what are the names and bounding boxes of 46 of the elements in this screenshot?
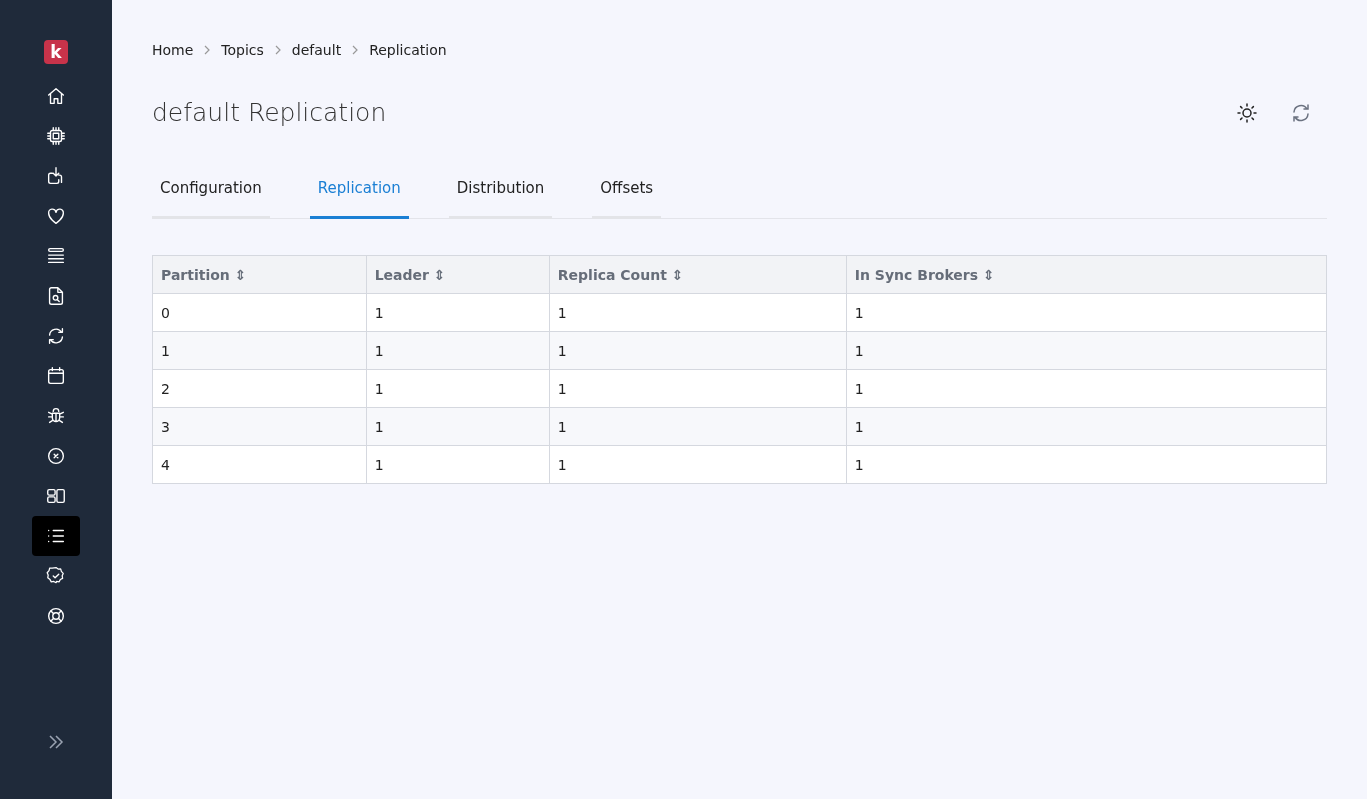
table-cell: 1 (846, 407, 1327, 446)
table-cell: 0 (152, 293, 367, 332)
breadcrumb-link[interactable]: Topics (221, 42, 264, 58)
calendar-icon (45, 365, 67, 387)
tab[interactable]: Distribution (448, 167, 553, 219)
table-cell: 2 (152, 369, 367, 408)
table-cell: 1 (846, 331, 1327, 370)
table-cell: 1 (846, 293, 1327, 332)
table-cell: 1 (549, 331, 847, 370)
theme-toggle-button[interactable] (1235, 100, 1259, 125)
column-header[interactable]: Leader ⇕ (366, 255, 550, 294)
x-circle-icon (45, 445, 67, 467)
app-logo[interactable]: k (44, 40, 68, 64)
table-cell: 1 (366, 445, 550, 484)
tab[interactable]: Replication (309, 167, 409, 219)
table-cell: 4 (152, 445, 367, 484)
table-cell: 1 (846, 445, 1327, 484)
column-header[interactable]: In Sync Brokers ⇕ (846, 255, 1327, 294)
expand-icon[interactable] (47, 733, 65, 751)
table-cell: 1 (366, 293, 550, 332)
chip-icon (45, 125, 67, 147)
table-cell: 1 (366, 407, 550, 446)
home-icon (45, 85, 67, 107)
page-title: default Replication (152, 98, 387, 127)
chevron-icon (203, 45, 212, 55)
table-cell: 1 (366, 369, 550, 408)
breadcrumb-link[interactable]: Replication (369, 42, 447, 58)
table-cell: 1 (549, 407, 847, 446)
chevron-icon (273, 45, 282, 55)
breadcrumb-link[interactable]: Home (152, 42, 194, 58)
table-cell: 1 (549, 293, 847, 332)
column-header[interactable]: Partition ⇕ (152, 255, 367, 294)
table-cell: 1 (549, 445, 847, 484)
table-cell: 1 (152, 331, 367, 370)
table-cell: 3 (152, 407, 367, 446)
sidebar-item[interactable] (32, 516, 80, 556)
lifebuoy-icon (45, 605, 67, 627)
column-header[interactable]: Replica Count ⇕ (549, 255, 847, 294)
breadcrumb-link[interactable]: default (291, 42, 342, 58)
table-cell: 1 (846, 369, 1327, 408)
table-cell: 1 (366, 331, 550, 370)
table-cell: 1 (549, 369, 847, 408)
tab[interactable]: Configuration (152, 167, 270, 219)
chevron-icon (351, 45, 360, 55)
heart-icon (45, 205, 67, 227)
tab[interactable]: Offsets (592, 167, 662, 219)
